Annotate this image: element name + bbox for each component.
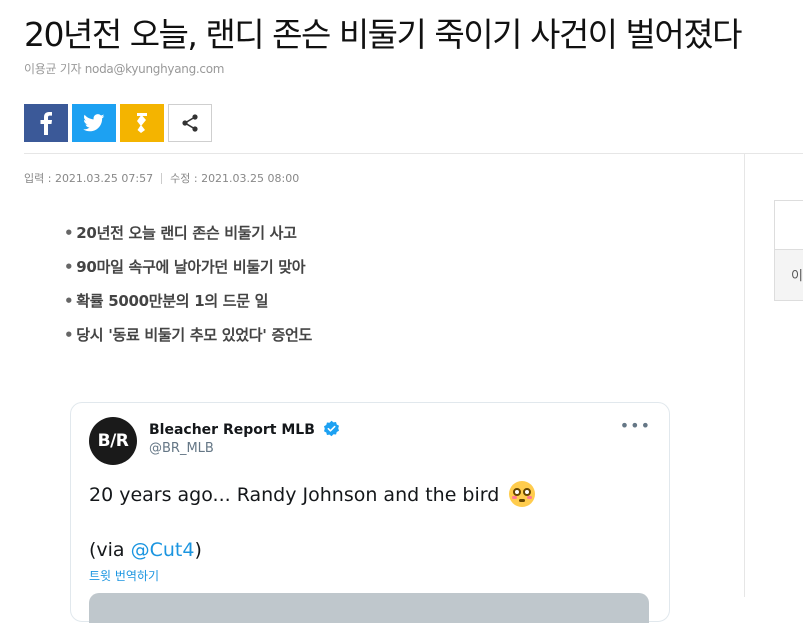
summary-item: • 90마일 속구에 날아가던 비둘기 맞아 [64, 258, 306, 276]
embedded-tweet[interactable]: B/R Bleacher Report MLB @BR_MLB ••• 20 y… [70, 402, 670, 623]
more-options-icon[interactable]: ••• [620, 418, 651, 434]
updated-date: 수정 : 2021.03.25 08:00 [170, 172, 300, 185]
sidebar-box[interactable]: 이 [774, 200, 803, 301]
date-divider [161, 172, 163, 184]
article-headline: 20년전 오늘, 랜디 존슨 비둘기 죽이기 사건이 벌어졌다 [24, 15, 742, 54]
avatar[interactable]: B/R [89, 417, 137, 465]
sidebar-box-label: 이 [791, 269, 803, 284]
published-date: 입력 : 2021.03.25 07:57 [24, 172, 154, 185]
kakaostory-icon [137, 113, 147, 133]
share-icon [182, 114, 198, 132]
bullet: • [64, 292, 74, 310]
article-summary: • 20년전 오늘 랜디 존슨 비둘기 사고 • 90마일 속구에 날아가던 비둘기… [64, 220, 312, 356]
flushed-face-emoji-icon [509, 481, 536, 507]
summary-item: • 20년전 오늘 랜디 존슨 비둘기 사고 [64, 224, 297, 242]
tweet-via: (via @Cut4) [89, 539, 202, 561]
facebook-icon [40, 112, 52, 135]
tweet-media[interactable] [89, 593, 649, 623]
share-more-button[interactable] [168, 104, 212, 142]
tweet-account-name[interactable]: Bleacher Report MLB [149, 420, 340, 438]
summary-item: • 당시 '동료 비둘기 추모 있었다' 증언도 [64, 326, 312, 344]
twitter-share-button[interactable] [72, 104, 116, 142]
tweet-text: 20 years ago... Randy Johnson and the bi… [89, 481, 536, 508]
kakaostory-share-button[interactable] [120, 104, 164, 142]
column-divider [744, 154, 745, 597]
bullet: • [64, 326, 74, 344]
article-dates: 입력 : 2021.03.25 07:57 수정 : 2021.03.25 08… [24, 170, 299, 186]
summary-item: • 확률 5000만분의 1의 드문 일 [64, 292, 269, 310]
mention-link[interactable]: @Cut4 [131, 539, 195, 561]
twitter-icon [83, 114, 105, 132]
byline: 이용균 기자 noda@kyunghyang.com [24, 62, 225, 76]
share-bar [24, 104, 212, 142]
tweet-handle[interactable]: @BR_MLB [149, 441, 214, 456]
bullet: • [64, 224, 74, 242]
verified-badge-icon [323, 420, 339, 437]
header-divider [24, 153, 803, 154]
facebook-share-button[interactable] [24, 104, 68, 142]
bullet: • [64, 258, 74, 276]
translate-tweet-link[interactable]: 트윗 번역하기 [89, 567, 159, 584]
